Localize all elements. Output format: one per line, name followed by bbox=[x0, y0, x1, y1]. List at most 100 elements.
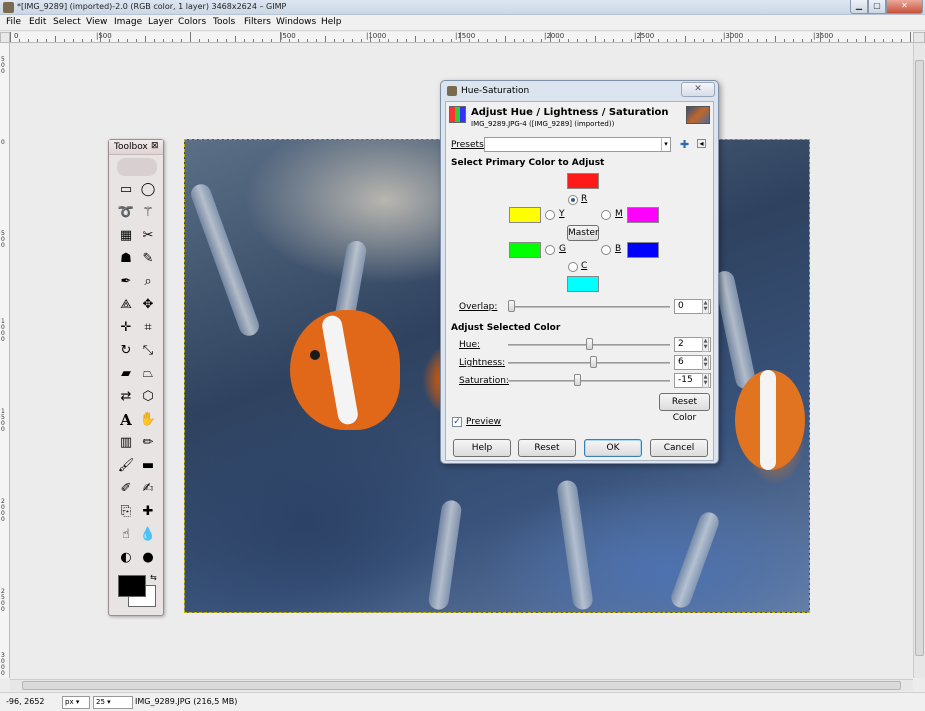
cage-transform-icon[interactable]: ⬡ bbox=[138, 387, 158, 407]
ruler-tick bbox=[487, 39, 488, 42]
radio-red[interactable] bbox=[568, 195, 578, 205]
overlap-slider-thumb[interactable] bbox=[508, 300, 515, 312]
radio-blue[interactable] bbox=[601, 245, 611, 255]
reset-button[interactable]: Reset bbox=[518, 439, 576, 457]
menu-select[interactable]: Select bbox=[53, 17, 81, 27]
select-by-color-icon[interactable]: ▦ bbox=[116, 226, 136, 246]
crop-icon[interactable]: ⌗ bbox=[138, 318, 158, 338]
flip-icon[interactable]: ⇄ bbox=[116, 387, 136, 407]
horizontal-scroll-thumb[interactable] bbox=[22, 681, 901, 690]
reset-color-button[interactable]: Reset Color bbox=[659, 393, 710, 423]
navigate-icon[interactable] bbox=[913, 32, 925, 43]
unit-select[interactable]: px ▾ bbox=[62, 696, 90, 709]
blend-icon[interactable]: ▥ bbox=[116, 433, 136, 453]
add-preset-icon[interactable]: ✚ bbox=[680, 138, 689, 151]
toolbox-titlebar[interactable]: Toolbox ⊠ bbox=[109, 140, 163, 155]
ok-button[interactable]: OK bbox=[584, 439, 642, 457]
paths-icon[interactable]: ✎ bbox=[138, 249, 158, 269]
bucket-fill-icon[interactable]: ● bbox=[138, 548, 158, 568]
swap-colors-icon[interactable]: ⇆ bbox=[150, 573, 157, 582]
ink-icon[interactable]: ✍ bbox=[138, 479, 158, 499]
saturation-slider-thumb[interactable] bbox=[573, 374, 581, 386]
foreground-select-icon[interactable]: ☗ bbox=[116, 249, 136, 269]
smudge-icon[interactable]: ☝ bbox=[116, 525, 136, 545]
move-icon[interactable]: ✥ bbox=[138, 295, 158, 315]
menu-view[interactable]: View bbox=[86, 17, 107, 27]
preview-checkbox[interactable]: ✓ bbox=[452, 417, 462, 427]
heal-icon[interactable]: ✋ bbox=[138, 410, 158, 430]
rect-select-icon[interactable]: ▭ bbox=[116, 180, 136, 200]
close-button[interactable]: ✕ bbox=[886, 0, 923, 14]
radio-magenta[interactable] bbox=[601, 210, 611, 220]
menu-colors[interactable]: Colors bbox=[178, 17, 206, 27]
lightness-slider-track[interactable] bbox=[508, 362, 670, 364]
zoom-select[interactable]: 25 ▾ bbox=[93, 696, 133, 709]
ruler-tick bbox=[352, 39, 353, 42]
dialog-close-button[interactable]: ✕ bbox=[681, 82, 715, 97]
scale-icon[interactable]: ⤡ bbox=[138, 341, 158, 361]
align-icon[interactable]: ✛ bbox=[116, 318, 136, 338]
status-bar: -96, 2652 px ▾ 25 ▾ IMG_9289.JPG (216,5 … bbox=[0, 692, 925, 711]
ruler-corner[interactable] bbox=[0, 32, 10, 43]
swatch-green bbox=[509, 242, 541, 258]
scissors-select-icon[interactable]: ✂ bbox=[138, 226, 158, 246]
lightness-spin-arrows[interactable]: ▲ ▼ bbox=[702, 355, 709, 370]
cancel-button[interactable]: Cancel bbox=[650, 439, 708, 457]
help-button[interactable]: Help bbox=[453, 439, 511, 457]
menu-windows[interactable]: Windows bbox=[276, 17, 316, 27]
shear-icon[interactable]: ▰ bbox=[116, 364, 136, 384]
horizontal-ruler[interactable]: 0 |500 |500 |1000 |1500 |2000 |2500 |300… bbox=[10, 32, 913, 43]
radio-yellow[interactable] bbox=[545, 210, 555, 220]
text-tool-icon[interactable]: A bbox=[116, 410, 136, 430]
perspective-clone-icon[interactable]: ✚ bbox=[138, 502, 158, 522]
menu-layer[interactable]: Layer bbox=[148, 17, 173, 27]
perspective-icon[interactable]: ⏢ bbox=[138, 364, 158, 384]
ruler-tick bbox=[694, 39, 695, 42]
preset-menu-icon[interactable]: ◂ bbox=[697, 139, 706, 148]
ruler-tick bbox=[64, 39, 65, 42]
free-select-icon[interactable]: ➰ bbox=[116, 203, 136, 223]
radio-cyan[interactable] bbox=[568, 262, 578, 272]
blur-sharpen-icon[interactable]: 💧 bbox=[138, 525, 158, 545]
zoom-icon[interactable]: ⌕ bbox=[138, 272, 158, 292]
airbrush-icon[interactable]: ✐ bbox=[116, 479, 136, 499]
wilber-drop-area[interactable] bbox=[117, 158, 157, 176]
menu-tools[interactable]: Tools bbox=[213, 17, 235, 27]
rotate-icon[interactable]: ↻ bbox=[116, 341, 136, 361]
presets-combo[interactable]: ▾ bbox=[484, 137, 671, 152]
pencil-icon[interactable]: ✏ bbox=[138, 433, 158, 453]
hue-slider-thumb[interactable] bbox=[586, 338, 594, 350]
fuzzy-select-icon[interactable]: ⚚ bbox=[138, 203, 158, 223]
overlap-spin-arrows[interactable]: ▲ ▼ bbox=[702, 299, 709, 314]
ruler-tick bbox=[793, 39, 794, 42]
vertical-scroll-thumb[interactable] bbox=[915, 60, 924, 656]
saturation-spin-arrows[interactable]: ▲ ▼ bbox=[702, 373, 709, 388]
menu-file[interactable]: File bbox=[6, 17, 21, 27]
menu-filters[interactable]: Filters bbox=[244, 17, 271, 27]
ruler-tick bbox=[334, 39, 335, 42]
master-button[interactable]: Master bbox=[567, 225, 599, 241]
hue-spin-arrows[interactable]: ▲ ▼ bbox=[702, 337, 709, 352]
menu-help[interactable]: Help bbox=[321, 17, 342, 27]
overlap-slider-track[interactable] bbox=[508, 306, 670, 308]
minimize-button[interactable]: ▁ bbox=[850, 0, 868, 14]
eraser-icon[interactable]: ▬ bbox=[138, 456, 158, 476]
lightness-slider-thumb[interactable] bbox=[590, 356, 598, 368]
anemone-tentacle bbox=[556, 479, 594, 611]
clone-icon[interactable]: ⎘ bbox=[116, 502, 136, 522]
radio-green[interactable] bbox=[545, 245, 555, 255]
paintbrush-icon[interactable]: 🖌 bbox=[116, 456, 136, 476]
ellipse-select-icon[interactable]: ◯ bbox=[138, 180, 158, 200]
measure-icon[interactable]: ⟁ bbox=[116, 295, 136, 315]
dodge-burn-icon[interactable]: ◐ bbox=[116, 548, 136, 568]
saturation-slider-track[interactable] bbox=[508, 380, 670, 382]
ruler-tick bbox=[811, 39, 812, 42]
close-icon[interactable]: ⊠ bbox=[151, 141, 159, 151]
menu-edit[interactable]: Edit bbox=[29, 17, 46, 27]
menu-image[interactable]: Image bbox=[114, 17, 142, 27]
foreground-color-swatch[interactable] bbox=[118, 575, 146, 597]
color-picker-icon[interactable]: ✒ bbox=[116, 272, 136, 292]
dialog-titlebar[interactable]: Hue-Saturation ✕ bbox=[441, 81, 718, 101]
maximize-button[interactable]: ▢ bbox=[868, 0, 886, 14]
vertical-ruler[interactable]: 500 0 500 1000 1500 2000 2500 3000 bbox=[0, 43, 10, 678]
